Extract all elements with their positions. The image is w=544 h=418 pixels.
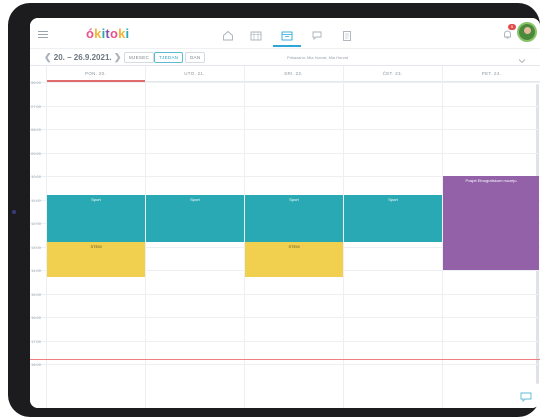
hour-gridline	[30, 129, 540, 130]
view-week-button[interactable]: TJEDAN	[154, 52, 184, 63]
current-time-line	[30, 359, 540, 361]
time-label: 06:00	[31, 80, 42, 85]
calendar-event[interactable]: Sport	[245, 194, 343, 242]
calendar-event[interactable]: Sport	[344, 194, 442, 242]
avatar[interactable]	[517, 22, 537, 42]
clipboard-icon[interactable]	[341, 28, 353, 41]
app-screen: ókitoki 5 ❮ 20. – 26.9.2021. ❯ MJESEC TJ…	[30, 18, 540, 408]
hour-gridline	[30, 82, 540, 83]
calendar-event[interactable]: Posjet Etnografskom muzeju	[443, 176, 539, 270]
hour-gridline	[30, 152, 540, 154]
app-logo[interactable]: ókitoki	[86, 26, 129, 41]
time-label: 13:00	[31, 244, 42, 250]
view-day-button[interactable]: DAN	[185, 52, 206, 63]
calendar-event[interactable]: Sport	[47, 194, 145, 242]
prev-week-icon[interactable]: ❮	[44, 52, 52, 62]
time-label: 08:00	[31, 127, 42, 132]
date-range: ❮ 20. – 26.9.2021. ❯	[44, 52, 122, 62]
time-label: 07:00	[31, 103, 42, 109]
chat-icon[interactable]	[311, 28, 323, 41]
time-label: 10:00	[31, 174, 42, 179]
calendar-toolbar: ❮ 20. – 26.9.2021. ❯ MJESEC TJEDAN DAN P…	[30, 48, 540, 66]
hour-gridline	[30, 317, 540, 318]
calendar-event[interactable]: STEM	[47, 241, 145, 278]
filter-summary[interactable]: Prikazano: Mia Horvat, Mia Horvat	[287, 55, 348, 60]
view-month-button[interactable]: MJESEC	[124, 52, 155, 63]
time-label: 12:00	[31, 221, 42, 226]
day-header[interactable]: SRI. 22.	[244, 66, 343, 82]
day-header[interactable]: UTO. 21.	[145, 66, 244, 82]
day-header[interactable]: ČET. 23.	[343, 66, 442, 82]
calendar-event[interactable]: Sport	[146, 194, 244, 242]
chat-bubble-icon[interactable]	[520, 389, 532, 403]
next-week-icon[interactable]: ❯	[114, 52, 122, 62]
active-nav-indicator	[273, 45, 301, 47]
day-header[interactable]: PET. 24.	[442, 66, 540, 82]
time-label: 14:00	[31, 268, 42, 273]
hour-gridline	[30, 340, 540, 342]
chevron-down-icon[interactable]	[518, 52, 526, 64]
time-label: 18:00	[31, 362, 42, 367]
time-label: 09:00	[31, 150, 42, 156]
time-label: 16:00	[31, 315, 42, 320]
time-label: 15:00	[31, 291, 42, 297]
menu-icon[interactable]	[38, 31, 48, 38]
hour-gridline	[30, 105, 540, 107]
hour-gridline	[30, 293, 540, 295]
week-calendar: PON. 20. UTO. 21. SRI. 22. ČET. 23. PET. 24.…	[30, 66, 540, 408]
day-header[interactable]: PON. 20.	[46, 66, 145, 82]
camera-dot	[12, 210, 16, 214]
notification-badge: 5	[508, 24, 516, 30]
home-icon[interactable]	[222, 28, 234, 41]
calendar-event[interactable]: STEM	[245, 241, 343, 278]
tablet-frame: ókitoki 5 ❮ 20. – 26.9.2021. ❯ MJESEC TJ…	[8, 3, 540, 417]
calendar-week-icon[interactable]	[281, 28, 293, 41]
time-label: 11:00	[31, 197, 41, 203]
hour-gridline	[30, 364, 540, 365]
time-label: 17:00	[31, 338, 42, 344]
calendar-grid-icon[interactable]	[250, 28, 262, 41]
top-bar: ókitoki 5	[30, 18, 540, 48]
